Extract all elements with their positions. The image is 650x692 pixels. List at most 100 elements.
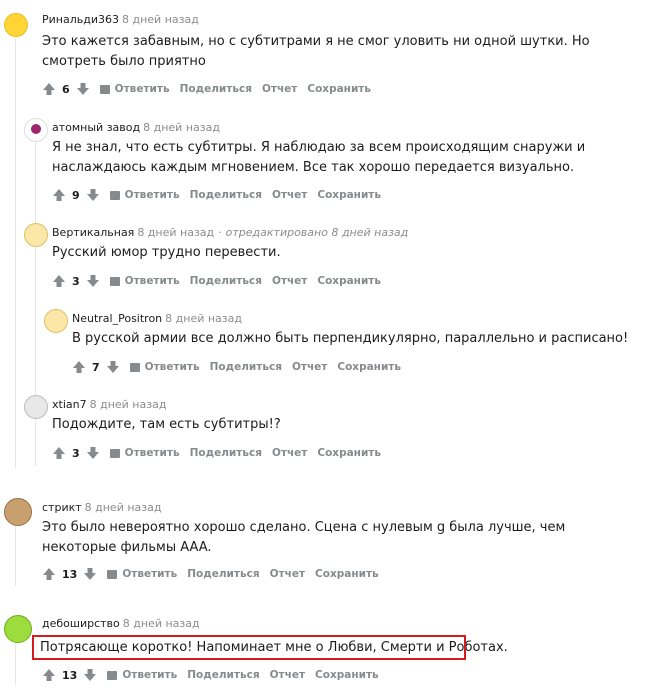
downvote-icon[interactable] bbox=[86, 274, 100, 288]
report-button[interactable]: Отчет bbox=[272, 275, 307, 287]
comment-author[interactable]: Вертикальная bbox=[52, 226, 134, 239]
upvote-icon[interactable] bbox=[42, 668, 56, 682]
save-button[interactable]: Сохранить bbox=[315, 568, 379, 580]
save-button[interactable]: Сохранить bbox=[337, 361, 401, 373]
comment-time[interactable]: 8 дней назад bbox=[123, 617, 200, 630]
comment-author[interactable]: Ринальди363 bbox=[42, 13, 119, 26]
share-button[interactable]: Поделиться bbox=[187, 669, 259, 681]
comment-time[interactable]: 8 дней назад bbox=[165, 312, 242, 325]
avatar[interactable] bbox=[24, 223, 48, 247]
comment-author[interactable]: атомный завод bbox=[52, 121, 140, 134]
downvote-icon[interactable] bbox=[106, 360, 120, 374]
avatar[interactable] bbox=[4, 615, 32, 643]
report-button[interactable]: Отчет bbox=[292, 361, 327, 373]
comment-author[interactable]: Neutral_Positron bbox=[72, 312, 162, 325]
reply-label: Ответить bbox=[122, 669, 178, 681]
comment: атомный завод 8 дней назад Я не знал, что… bbox=[0, 110, 650, 210]
comment-text: В русской армии все должно быть перпенди… bbox=[72, 331, 629, 346]
chat-icon bbox=[129, 362, 140, 372]
share-button[interactable]: Поделиться bbox=[190, 275, 262, 287]
comment-time[interactable]: 8 дней назад bbox=[137, 226, 214, 239]
chat-icon bbox=[107, 670, 118, 680]
highlight-box bbox=[32, 635, 466, 660]
downvote-icon[interactable] bbox=[83, 668, 97, 682]
reply-button[interactable]: Ответить bbox=[109, 447, 180, 459]
reply-label: Ответить bbox=[124, 275, 180, 287]
save-button[interactable]: Сохранить bbox=[317, 447, 381, 459]
comment-meta: стрикт 8 дней назад bbox=[42, 501, 161, 514]
downvote-icon[interactable] bbox=[86, 188, 100, 202]
comment: xtian7 8 дней назад Подождите, там есть с… bbox=[0, 390, 650, 470]
save-button[interactable]: Сохранить bbox=[315, 669, 379, 681]
chat-icon bbox=[109, 190, 120, 200]
share-button[interactable]: Поделиться bbox=[180, 83, 252, 95]
comment: Ринальди363 8 дней назад Это кажется заба… bbox=[0, 0, 650, 100]
comment-text: Подождите, там есть субтитры!? bbox=[52, 417, 281, 432]
comment-actions: 13 Ответить Поделиться Отчет Сохранить bbox=[42, 566, 379, 582]
share-button[interactable]: Поделиться bbox=[190, 189, 262, 201]
comment-author[interactable]: дебоширство bbox=[42, 617, 120, 630]
reply-button[interactable]: Ответить bbox=[129, 361, 200, 373]
avatar[interactable] bbox=[4, 13, 28, 37]
upvote-icon[interactable] bbox=[42, 567, 56, 581]
vote-count: 13 bbox=[62, 567, 78, 581]
reply-button[interactable]: Ответить bbox=[99, 83, 170, 95]
comment-actions: 9 Ответить Поделиться Отчет Сохранить bbox=[52, 187, 381, 203]
comment-time[interactable]: 8 дней назад bbox=[90, 398, 167, 411]
chat-icon bbox=[109, 276, 120, 286]
comment: Neutral_Positron 8 дней назад В русской а… bbox=[0, 304, 650, 384]
comment-meta: Neutral_Positron 8 дней назад bbox=[72, 312, 242, 325]
comment-actions: 3 Ответить Поделиться Отчет Сохранить bbox=[52, 445, 381, 461]
comment-time[interactable]: 8 дней назад bbox=[122, 13, 199, 26]
reply-label: Ответить bbox=[144, 361, 200, 373]
upvote-icon[interactable] bbox=[52, 188, 66, 202]
downvote-icon[interactable] bbox=[86, 446, 100, 460]
report-button[interactable]: Отчет bbox=[270, 568, 305, 580]
reply-label: Ответить bbox=[114, 83, 170, 95]
reply-button[interactable]: Ответить bbox=[107, 568, 177, 580]
vote-count: 7 bbox=[92, 360, 100, 374]
vote-count: 3 bbox=[72, 446, 80, 460]
reply-button[interactable]: Ответить bbox=[109, 275, 180, 287]
chat-icon bbox=[107, 569, 118, 579]
chat-icon bbox=[99, 84, 110, 94]
avatar[interactable] bbox=[24, 118, 48, 142]
comment-author[interactable]: xtian7 bbox=[52, 398, 87, 411]
comment-author[interactable]: стрикт bbox=[42, 501, 82, 514]
share-button[interactable]: Поделиться bbox=[187, 568, 259, 580]
report-button[interactable]: Отчет bbox=[270, 669, 305, 681]
avatar[interactable] bbox=[24, 395, 48, 419]
comment-actions: 7 Ответить Поделиться Отчет Сохранить bbox=[72, 359, 401, 375]
upvote-icon[interactable] bbox=[42, 82, 56, 96]
upvote-icon[interactable] bbox=[72, 360, 86, 374]
vote-count: 9 bbox=[72, 188, 80, 202]
edited-label: отредактировано 8 дней назад bbox=[225, 226, 409, 239]
upvote-icon[interactable] bbox=[52, 274, 66, 288]
comment-time[interactable]: 8 дней назад bbox=[85, 501, 162, 514]
reply-button[interactable]: Ответить bbox=[107, 669, 177, 681]
report-button[interactable]: Отчет bbox=[272, 189, 307, 201]
comment-time[interactable]: 8 дней назад bbox=[143, 121, 220, 134]
avatar[interactable] bbox=[44, 309, 68, 333]
reply-button[interactable]: Ответить bbox=[109, 189, 180, 201]
share-button[interactable]: Поделиться bbox=[190, 447, 262, 459]
upvote-icon[interactable] bbox=[52, 446, 66, 460]
report-button[interactable]: Отчет bbox=[262, 83, 297, 95]
vote-count: 3 bbox=[72, 274, 80, 288]
comment-meta: Ринальди363 8 дней назад bbox=[42, 13, 199, 26]
comment-meta: атомный завод 8 дней назад bbox=[52, 121, 220, 134]
comment-text: Это было невероятно хорошо сделано. Сцен… bbox=[42, 520, 566, 555]
downvote-icon[interactable] bbox=[83, 567, 97, 581]
reply-label: Ответить bbox=[124, 189, 180, 201]
comment: стрикт 8 дней назад Это было невероятно х… bbox=[0, 490, 650, 590]
avatar[interactable] bbox=[4, 498, 32, 526]
vote-count: 13 bbox=[62, 668, 78, 682]
reply-label: Ответить bbox=[122, 568, 178, 580]
save-button[interactable]: Сохранить bbox=[317, 189, 381, 201]
report-button[interactable]: Отчет bbox=[272, 447, 307, 459]
save-button[interactable]: Сохранить bbox=[317, 275, 381, 287]
comment-actions: 6 Ответить Поделиться Отчет Сохранить bbox=[42, 81, 371, 97]
share-button[interactable]: Поделиться bbox=[210, 361, 282, 373]
downvote-icon[interactable] bbox=[76, 82, 90, 96]
save-button[interactable]: Сохранить bbox=[307, 83, 371, 95]
